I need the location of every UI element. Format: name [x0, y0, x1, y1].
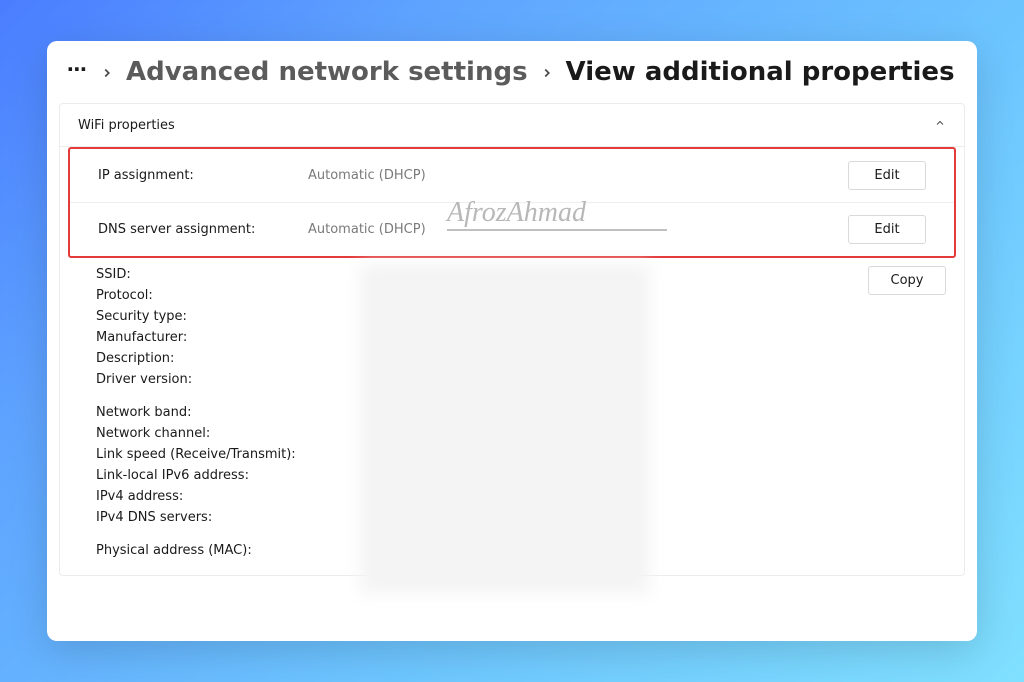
band-label: Network band: [96, 405, 306, 420]
dns-assignment-label: DNS server assignment: [98, 222, 308, 237]
edit-ip-button[interactable]: Edit [848, 161, 926, 190]
dns-assignment-row: DNS server assignment: Automatic (DHCP) … [70, 202, 954, 256]
ip-assignment-row: IP assignment: Automatic (DHCP) Edit [70, 149, 954, 202]
linklocal-label: Link-local IPv6 address: [96, 468, 306, 483]
chevron-up-icon [934, 117, 946, 133]
redacted-values [360, 264, 650, 594]
manufacturer-label: Manufacturer: [96, 330, 306, 345]
mac-label: Physical address (MAC): [96, 543, 306, 558]
settings-window: ⋯ Advanced network settings View additio… [47, 41, 977, 641]
channel-label: Network channel: [96, 426, 306, 441]
breadcrumb-current: View additional properties [566, 57, 955, 87]
wifi-properties-header[interactable]: WiFi properties [60, 104, 964, 147]
breadcrumb-more-icon[interactable]: ⋯ [67, 57, 88, 87]
edit-dns-button[interactable]: Edit [848, 215, 926, 244]
ipv4dns-label: IPv4 DNS servers: [96, 510, 306, 525]
linkspeed-label: Link speed (Receive/Transmit): [96, 447, 306, 462]
chevron-right-icon [100, 57, 114, 87]
dns-assignment-value: Automatic (DHCP) [308, 222, 848, 237]
wifi-properties-panel: WiFi properties IP assignment: Automatic… [59, 103, 965, 576]
breadcrumb: ⋯ Advanced network settings View additio… [47, 41, 977, 97]
wifi-details: Copy SSID: Protocol: Security type: Manu… [60, 258, 964, 575]
breadcrumb-link-advanced[interactable]: Advanced network settings [126, 57, 528, 87]
chevron-right-icon [540, 57, 554, 87]
panel-title: WiFi properties [78, 118, 175, 133]
ip-assignment-value: Automatic (DHCP) [308, 168, 848, 183]
ip-assignment-label: IP assignment: [98, 168, 308, 183]
driver-label: Driver version: [96, 372, 306, 387]
description-label: Description: [96, 351, 306, 366]
protocol-label: Protocol: [96, 288, 306, 303]
copy-button[interactable]: Copy [868, 266, 946, 295]
ipv4-label: IPv4 address: [96, 489, 306, 504]
ssid-label: SSID: [96, 267, 306, 282]
security-label: Security type: [96, 309, 306, 324]
highlight-box: IP assignment: Automatic (DHCP) Edit DNS… [68, 147, 956, 258]
